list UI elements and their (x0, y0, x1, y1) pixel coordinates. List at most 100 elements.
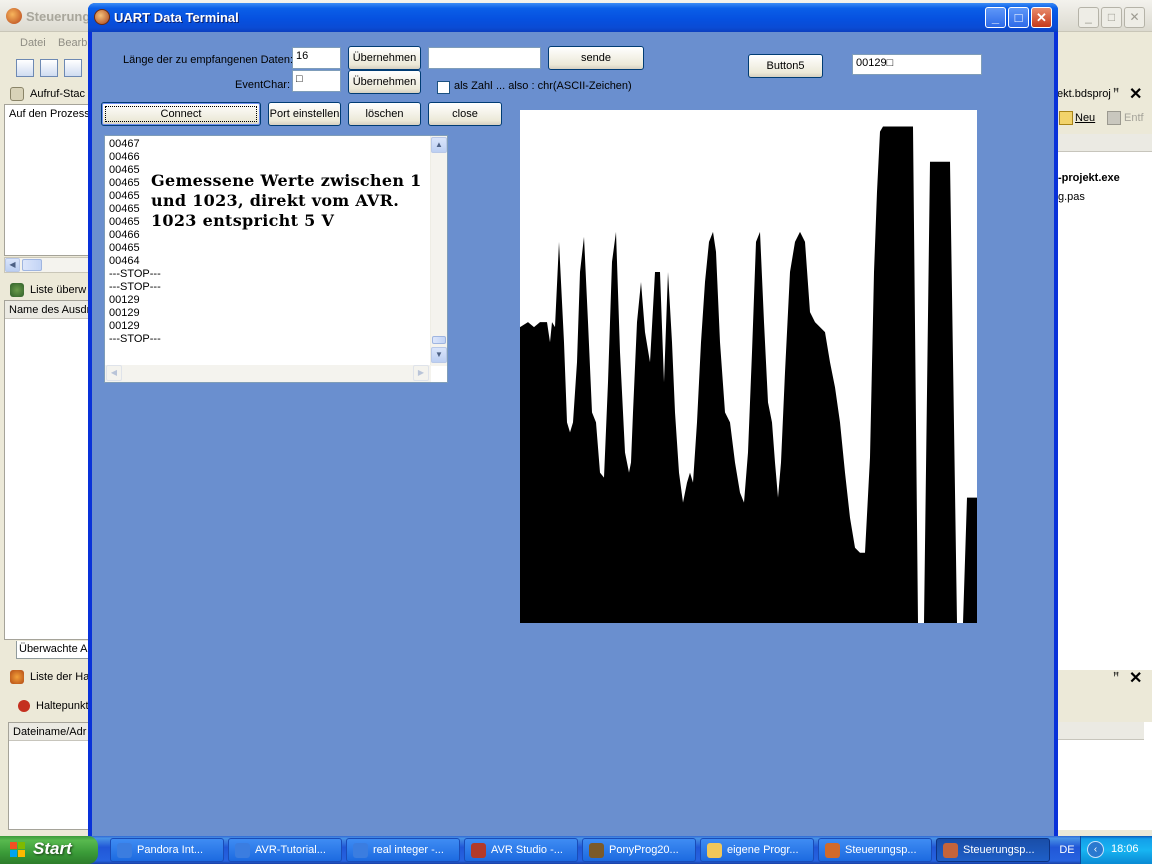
pin-icon[interactable]: ꟸ (1113, 86, 1119, 99)
watch-panel-header: Liste überw (6, 280, 90, 300)
scroll-left-icon[interactable]: ◀ (5, 258, 20, 272)
open-project-icon[interactable] (16, 59, 34, 77)
value-display[interactable]: 00129□ (852, 54, 982, 75)
scroll-right-disabled-icon: ▶ (413, 365, 429, 381)
taskbar-item[interactable]: Steuerungsp... (936, 838, 1050, 862)
task-icon (235, 843, 250, 858)
menu-bearbeiten[interactable]: Bearb (58, 37, 87, 49)
pin-icon-2[interactable]: ꟸ (1113, 670, 1119, 683)
breakpoints-header-column[interactable]: Dateiname/Adr (9, 723, 89, 741)
lower-right-list[interactable] (1057, 722, 1152, 830)
memo-line: 00464 (109, 255, 140, 267)
task-icon (825, 843, 840, 858)
memo-line: 00129 (109, 320, 140, 332)
language-indicator[interactable]: DE (1056, 841, 1078, 859)
clear-button[interactable]: löschen (348, 102, 421, 126)
breakpoint-icon (18, 700, 30, 712)
project-tree[interactable]: -projekt.exe g.pas (1057, 134, 1152, 670)
ide-maximize-button[interactable]: □ (1101, 7, 1122, 28)
connect-button[interactable]: Connect (101, 102, 261, 126)
project-pas-node[interactable]: g.pas (1058, 191, 1085, 203)
scroll-down-icon[interactable]: ▼ (431, 347, 447, 363)
breakpoints-list[interactable]: Dateiname/Adr (8, 722, 90, 830)
memo-line: 00466 (109, 151, 140, 163)
ide-close-button[interactable]: ✕ (1124, 7, 1145, 28)
windows-logo-icon (10, 842, 27, 858)
new-button[interactable]: Neu (1075, 112, 1095, 124)
callstack-list[interactable]: Auf den Prozess (4, 104, 90, 256)
memo-line: 00465 (109, 242, 140, 254)
also-ascii-label: ... also : chr(ASCII-Zeichen) (496, 80, 632, 92)
memo-annotation: Gemessene Werte zwischen 1 und 1023, dir… (151, 171, 422, 230)
save-all-icon[interactable] (40, 59, 58, 77)
clock: 18:06 (1111, 843, 1139, 855)
apply-eventchar-button[interactable]: Übernehmen (348, 70, 421, 94)
task-label: Pandora Int... (137, 844, 204, 856)
memo-line: 00129 (109, 294, 140, 306)
scroll-left-disabled-icon: ◀ (106, 365, 122, 381)
apply-length-button[interactable]: Übernehmen (348, 46, 421, 70)
remove-item-icon (1107, 111, 1121, 125)
watch-glasses-icon (10, 283, 24, 297)
received-data-memo[interactable]: 00467 00466 00465 00465 00465 00465 00465 00466… (104, 135, 448, 383)
taskbar-item[interactable]: real integer -... (346, 838, 460, 862)
as-number-checkbox[interactable] (437, 81, 450, 94)
memo-line: 00467 (109, 138, 140, 150)
taskbar-item[interactable]: PonyProg20... (582, 838, 696, 862)
length-input[interactable]: 16 (292, 47, 341, 69)
uart-client-area: Länge der zu empfangenen Daten: 16 Übern… (92, 32, 1054, 836)
new-item-icon (1059, 111, 1073, 125)
start-label: Start (33, 839, 72, 858)
send-button[interactable]: sende (548, 46, 644, 70)
lower-right-header (1058, 722, 1144, 740)
vscroll-thumb[interactable] (432, 336, 446, 344)
memo-lines: 00467 00466 00465 00465 00465 00465 00465 00466… (109, 138, 161, 346)
project-tree-header (1058, 134, 1152, 152)
new-window-icon[interactable] (64, 59, 82, 77)
taskbar-item[interactable]: AVR Studio -... (464, 838, 578, 862)
memo-hscroll[interactable]: ◀ ▶ (105, 365, 431, 382)
taskbar-item[interactable]: AVR-Tutorial... (228, 838, 342, 862)
tab-watch[interactable]: Überwachte A (16, 641, 90, 659)
taskbar-item[interactable]: Steuerungsp... (818, 838, 932, 862)
callstack-hscroll[interactable]: ◀ (4, 257, 90, 273)
signal-chart (520, 110, 977, 623)
project-exe-node[interactable]: -projekt.exe (1058, 172, 1120, 184)
taskbar-item[interactable]: eigene Progr... (700, 838, 814, 862)
maximize-button[interactable]: □ (1008, 7, 1029, 28)
port-settings-button[interactable]: Port einstellen (268, 102, 341, 126)
minimize-button[interactable]: _ (985, 7, 1006, 28)
project-toolbar: Neu Entf (1057, 108, 1152, 130)
panel-close-icon-2[interactable]: ✕ (1129, 668, 1142, 688)
close-button[interactable]: close (428, 102, 502, 126)
breakpoints-icon (10, 670, 24, 684)
task-label: Steuerungsp... (845, 844, 917, 856)
memo-vscroll[interactable]: ▲ ▼ (430, 136, 447, 366)
menu-datei[interactable]: Datei (20, 37, 46, 49)
taskbar: Start Pandora Int... AVR-Tutorial... real … (0, 836, 1152, 864)
eventchar-input[interactable]: □ (292, 70, 341, 92)
watch-header-column[interactable]: Name des Ausdr (5, 301, 89, 319)
panel-close-icon[interactable]: ✕ (1129, 84, 1142, 104)
scroll-thumb[interactable] (22, 259, 42, 271)
breakpoint-button-label: Haltepunkt (36, 700, 89, 712)
send-text-input[interactable] (428, 47, 541, 69)
taskbar-item[interactable]: Pandora Int... (110, 838, 224, 862)
task-label: AVR-Tutorial... (255, 844, 326, 856)
memo-line: 00129 (109, 307, 140, 319)
connect-button-label: Connect (160, 108, 202, 120)
close-window-button[interactable]: ✕ (1031, 7, 1052, 28)
lower-right-panel-header: ꟸ ✕ (1057, 668, 1152, 688)
task-label: Steuerungsp... (963, 844, 1035, 856)
ide-minimize-button[interactable]: _ (1078, 7, 1099, 28)
button5[interactable]: Button5 (748, 54, 823, 78)
ide-title: Steuerung (26, 9, 91, 24)
task-icon (117, 843, 132, 858)
watch-list[interactable]: Name des Ausdr (4, 300, 90, 640)
scroll-up-icon[interactable]: ▲ (431, 137, 447, 153)
tray-expand-icon[interactable]: ‹ (1087, 841, 1104, 858)
start-button[interactable]: Start (0, 836, 98, 864)
system-tray: ‹ 18:06 (1080, 836, 1152, 864)
remove-button[interactable]: Entf (1124, 112, 1144, 124)
uart-titlebar[interactable]: UART Data Terminal _ □ ✕ (88, 3, 1058, 32)
